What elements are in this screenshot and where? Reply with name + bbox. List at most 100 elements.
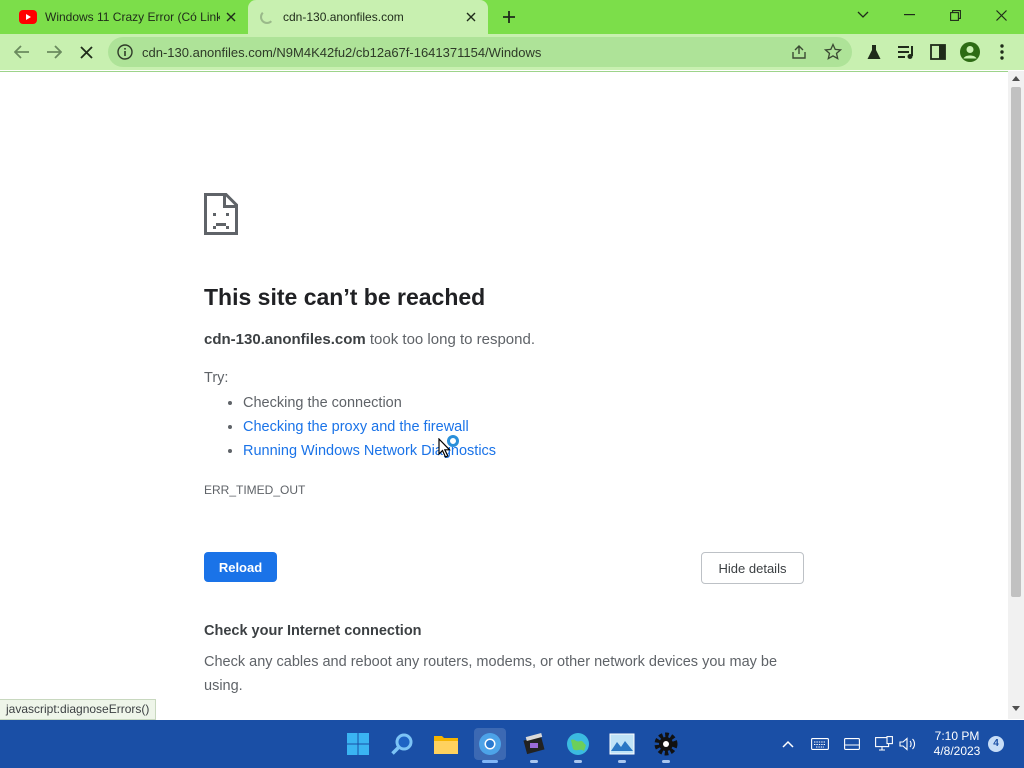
suggestion-proxy-firewall-link[interactable]: Checking the proxy and the firewall — [243, 419, 469, 435]
search-icon — [391, 733, 413, 755]
sad-page-icon — [204, 193, 238, 235]
taskbar-video-editor[interactable] — [518, 728, 550, 760]
running-app-indicator — [618, 760, 626, 763]
minimize-icon — [903, 14, 915, 16]
forward-button[interactable] — [40, 38, 68, 66]
running-app-indicator — [574, 760, 582, 763]
suggestion-item: Checking the connection — [243, 393, 496, 417]
taskbar-maps[interactable] — [562, 728, 594, 760]
taskbar-search-button[interactable] — [386, 728, 418, 760]
close-window-button[interactable] — [978, 0, 1024, 30]
profile-button[interactable] — [956, 38, 984, 66]
tab-close-icon[interactable] — [220, 6, 242, 28]
share-icon[interactable] — [790, 43, 808, 61]
more-vert-icon — [1000, 44, 1004, 60]
browser-toolbar: cdn-130.anonfiles.com/N9M4K42fu2/cb12a67… — [0, 34, 1024, 70]
minimize-button[interactable] — [886, 0, 932, 30]
bookmark-star-icon[interactable] — [824, 43, 842, 61]
video-editor-icon — [523, 732, 545, 755]
error-summary-text: took too long to respond. — [365, 331, 536, 348]
chevron-down-icon — [857, 11, 869, 18]
new-tab-button[interactable] — [496, 5, 522, 29]
start-button[interactable] — [342, 728, 374, 760]
reload-button[interactable]: Reload — [204, 552, 277, 582]
error-code: ERR_TIMED_OUT — [204, 483, 306, 497]
taskbar: 7:10 PM 4/8/2023 4 — [0, 720, 1024, 768]
file-explorer-icon — [434, 736, 458, 754]
scrollbar-thumb[interactable] — [1011, 87, 1021, 597]
display-tray-button[interactable] — [840, 732, 864, 756]
tab-title: Windows 11 Crazy Error (Có Link — [45, 10, 220, 24]
menu-button[interactable] — [988, 38, 1016, 66]
settings-icon — [654, 732, 678, 756]
clock-date: 4/8/2023 — [933, 744, 981, 758]
maps-icon — [567, 733, 589, 755]
arrow-right-icon — [47, 45, 62, 59]
details-text: Check any cables and reboot any routers,… — [204, 654, 778, 694]
network-tray-button[interactable] — [872, 732, 896, 756]
suggestion-item[interactable]: Running Windows Network Diagnostics — [243, 441, 496, 465]
labs-button[interactable] — [860, 38, 888, 66]
active-app-indicator — [482, 760, 498, 763]
details-heading: Check your Internet connection — [204, 623, 422, 639]
tab-title: cdn-130.anonfiles.com — [283, 10, 404, 24]
scroll-up-arrow-icon[interactable] — [1012, 75, 1020, 81]
address-bar[interactable]: cdn-130.anonfiles.com/N9M4K42fu2/cb12a67… — [108, 37, 852, 67]
restore-button[interactable] — [932, 0, 978, 30]
clock-time: 7:10 PM — [934, 729, 980, 743]
photos-icon — [609, 733, 635, 755]
arrow-left-icon — [14, 45, 29, 59]
taskbar-file-explorer[interactable] — [430, 728, 462, 760]
system-clock[interactable]: 7:10 PM 4/8/2023 — [926, 729, 988, 759]
scroll-down-arrow-icon[interactable] — [1012, 706, 1020, 712]
keyboard-icon — [811, 738, 829, 750]
media-controls-button[interactable] — [892, 38, 920, 66]
info-icon[interactable] — [117, 44, 133, 60]
flask-icon — [867, 45, 881, 59]
show-hidden-icons-button[interactable] — [776, 732, 800, 756]
stop-loading-button[interactable] — [72, 38, 100, 66]
page-viewport: This site can’t be reached cdn-130.anonf… — [0, 71, 1008, 719]
taskbar-chrome[interactable] — [474, 728, 506, 760]
network-icon — [875, 736, 893, 751]
side-panel-icon — [930, 44, 946, 60]
mouse-pointer-icon — [438, 438, 451, 458]
side-panel-button[interactable] — [924, 38, 952, 66]
notification-badge[interactable]: 4 — [988, 736, 1004, 752]
page-scrollbar[interactable] — [1008, 71, 1024, 719]
start-icon — [347, 733, 369, 755]
taskbar-settings[interactable] — [650, 728, 682, 760]
chrome-icon — [479, 733, 501, 755]
error-heading: This site can’t be reached — [204, 284, 486, 310]
plus-icon — [503, 11, 515, 23]
keyboard-tray-button[interactable] — [808, 732, 832, 756]
stop-icon — [79, 45, 93, 59]
running-app-indicator — [530, 760, 538, 763]
suggestion-check-connection: Checking the connection — [243, 395, 402, 411]
display-icon — [844, 738, 860, 750]
suggestions-list: Checking the connection Checking the pro… — [224, 393, 496, 465]
error-host: cdn-130.anonfiles.com — [204, 331, 366, 348]
tab-youtube[interactable]: Windows 11 Crazy Error (Có Link — [8, 0, 248, 34]
youtube-icon — [19, 10, 37, 24]
suggestion-network-diagnostics-link[interactable]: Running Windows Network Diagnostics — [243, 443, 496, 459]
volume-tray-button[interactable] — [896, 732, 920, 756]
loading-spinner-icon — [260, 10, 274, 24]
tab-search-button[interactable] — [840, 0, 886, 30]
tab-strip: Windows 11 Crazy Error (Có Link cdn-130.… — [0, 0, 1024, 34]
taskbar-photos[interactable] — [606, 728, 638, 760]
close-icon — [995, 9, 1007, 21]
address-url[interactable]: cdn-130.anonfiles.com/N9M4K42fu2/cb12a67… — [142, 45, 541, 60]
link-status-bar: javascript:diagnoseErrors() — [0, 699, 157, 720]
running-app-indicator — [662, 760, 670, 763]
playlist-icon — [898, 46, 913, 59]
avatar-icon — [960, 42, 980, 62]
try-label: Try: — [204, 370, 229, 386]
back-button[interactable] — [8, 38, 36, 66]
tab-anonfiles[interactable]: cdn-130.anonfiles.com — [248, 0, 488, 34]
error-summary: cdn-130.anonfiles.com took too long to r… — [204, 331, 535, 348]
tab-close-icon[interactable] — [460, 6, 482, 28]
hide-details-button[interactable]: Hide details — [701, 552, 804, 584]
restore-icon — [949, 9, 961, 21]
chevron-up-icon — [782, 740, 794, 748]
